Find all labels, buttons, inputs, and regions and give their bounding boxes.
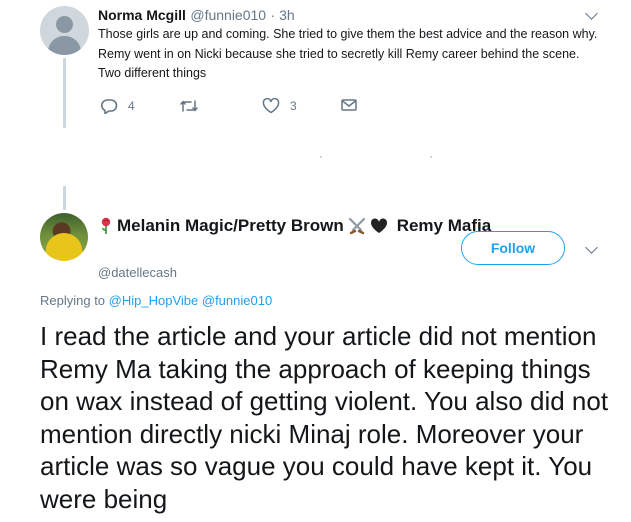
envelope-icon <box>341 99 357 111</box>
thread-line-top <box>63 58 66 128</box>
thread-line-bottom <box>63 186 66 210</box>
like-action[interactable]: 3 <box>262 98 297 114</box>
tweet-time[interactable]: · 3h <box>271 7 295 23</box>
reply-count: 4 <box>128 99 135 113</box>
replying-to: Replying to @Hip_HopVibe @funnie010 <box>40 293 272 308</box>
tweet-text: Those girls are up and coming. She tried… <box>98 27 598 80</box>
rose-emoji-icon <box>101 217 111 234</box>
replying-prefix: Replying to <box>40 293 106 308</box>
chevron-down-icon[interactable] <box>585 7 598 20</box>
author-name: Melanin Magic/Pretty Brown <box>117 216 344 235</box>
tweet-header: Norma Mcgill @funnie010 · 3h <box>98 7 295 25</box>
author-name[interactable]: Norma Mcgill <box>98 7 186 23</box>
crossed-swords-icon <box>348 217 365 235</box>
separator-dot <box>320 156 322 158</box>
reply-mention-link[interactable]: @funnie010 <box>202 293 272 308</box>
retweet-action[interactable] <box>179 98 209 114</box>
black-heart-icon <box>370 218 387 233</box>
like-count: 3 <box>290 99 297 113</box>
follow-button[interactable]: Follow <box>461 231 565 265</box>
author-handle[interactable]: @datellecash <box>98 265 177 280</box>
reply-action[interactable]: 4 <box>100 98 135 114</box>
author-handle[interactable]: @funnie010 <box>190 7 266 23</box>
author-name-line[interactable]: Melanin Magic/Pretty Brown Remy Mafia <box>98 216 491 236</box>
dm-action[interactable] <box>341 98 357 112</box>
reply-mention-link[interactable]: @Hip_HopVibe <box>109 293 199 308</box>
reply-icon <box>101 99 118 114</box>
chevron-down-icon[interactable] <box>585 241 598 254</box>
retweet-icon <box>180 100 198 112</box>
tweet-text: I read the article and your article did … <box>40 321 609 514</box>
avatar-default[interactable] <box>40 6 89 55</box>
separator-dot <box>430 156 432 158</box>
heart-icon <box>262 98 280 114</box>
avatar[interactable] <box>40 213 88 261</box>
